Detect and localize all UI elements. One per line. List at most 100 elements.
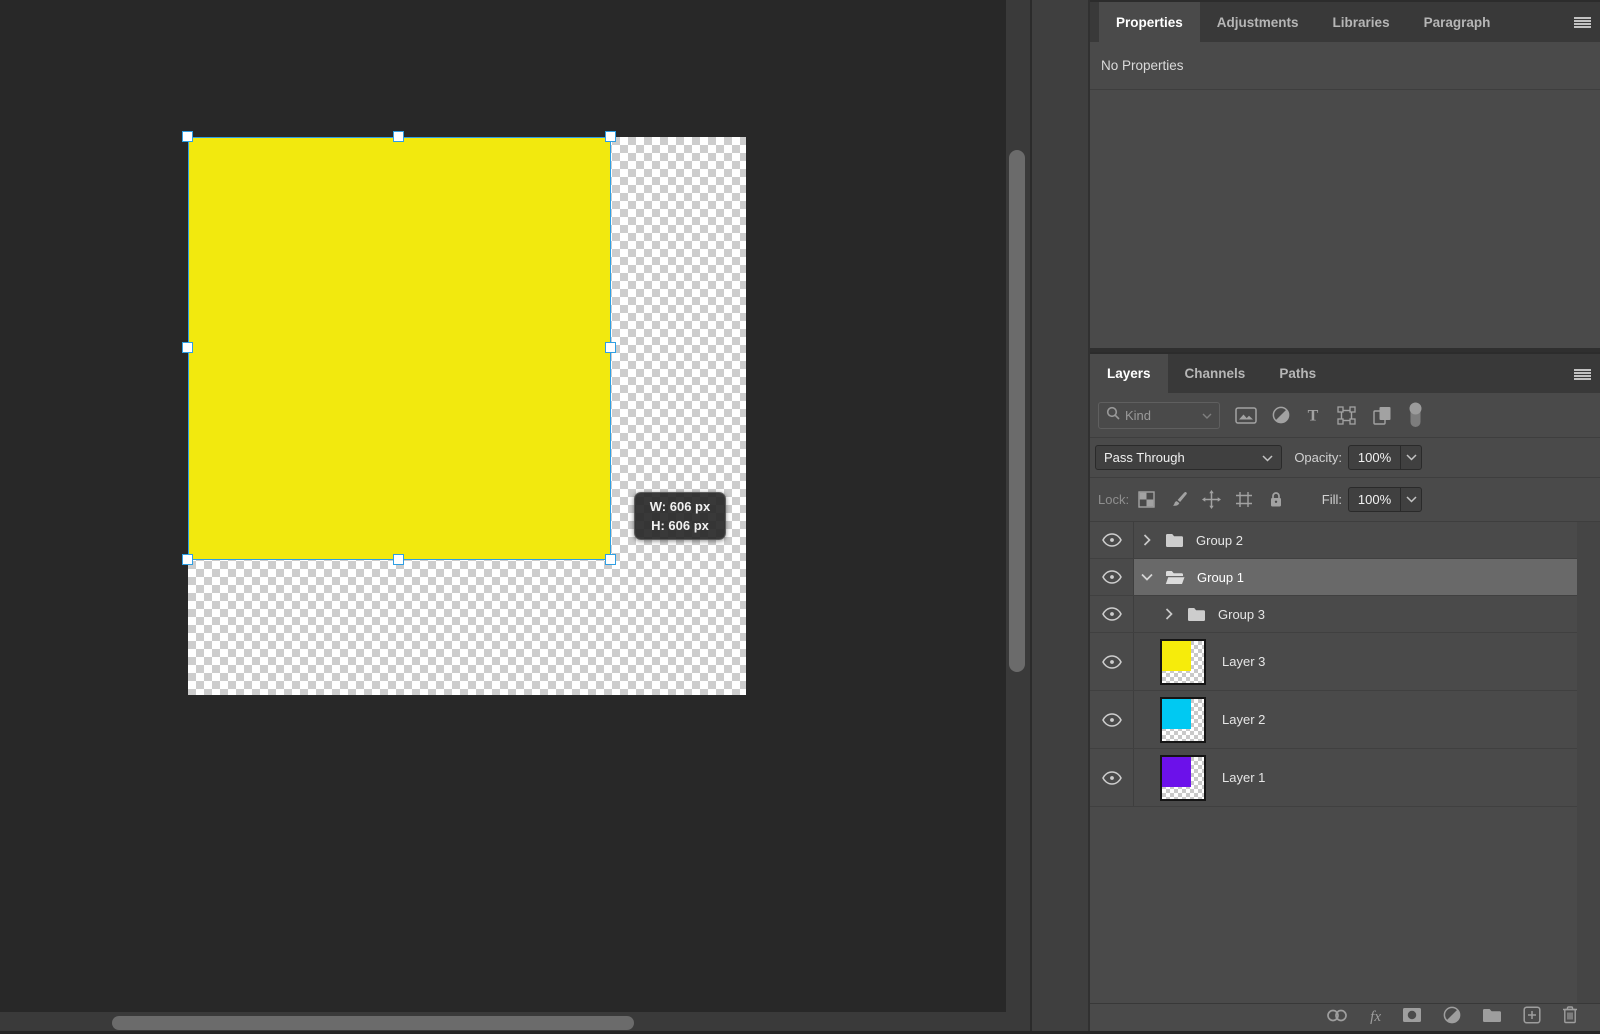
new-group-icon[interactable] bbox=[1482, 1008, 1502, 1028]
fill-input[interactable]: 100% bbox=[1348, 487, 1422, 512]
shape-layer-filter-icon[interactable] bbox=[1337, 405, 1356, 425]
layer-row-layer-1[interactable]: Layer 1 bbox=[1090, 749, 1600, 807]
layer-style-fx-icon[interactable]: fx bbox=[1370, 1009, 1381, 1026]
layer-name: Group 2 bbox=[1196, 532, 1243, 548]
properties-panel-tabbar: Properties Adjustments Libraries Paragra… bbox=[1090, 0, 1600, 42]
opacity-label: Opacity: bbox=[1294, 450, 1342, 465]
transform-handle-top-left[interactable] bbox=[182, 131, 193, 142]
transform-handle-top-right[interactable] bbox=[605, 131, 616, 142]
visibility-toggle[interactable] bbox=[1090, 691, 1134, 748]
blend-mode-select[interactable]: Pass Through bbox=[1095, 445, 1282, 470]
layers-panel-footer: fx bbox=[1090, 1003, 1600, 1031]
eye-icon bbox=[1101, 607, 1122, 621]
visibility-toggle[interactable] bbox=[1090, 633, 1134, 690]
layer-row-layer-2[interactable]: Layer 2 bbox=[1090, 691, 1600, 749]
chevron-right-icon[interactable] bbox=[1163, 608, 1175, 620]
transform-handle-middle-right[interactable] bbox=[605, 342, 616, 353]
panel-dock: Properties Adjustments Libraries Paragra… bbox=[1090, 0, 1600, 1034]
chevron-down-icon bbox=[1202, 406, 1212, 424]
visibility-toggle[interactable] bbox=[1090, 522, 1134, 558]
layer-row-group-1[interactable]: Group 1 bbox=[1090, 559, 1600, 596]
chevron-right-icon[interactable] bbox=[1141, 534, 1153, 546]
layer-name: Layer 2 bbox=[1222, 712, 1266, 727]
layer-thumbnail[interactable] bbox=[1160, 754, 1206, 801]
layer-row-group-2[interactable]: Group 2 bbox=[1090, 522, 1600, 559]
photoshop-window: W: 606 px H: 606 px Properties Adjustmen… bbox=[0, 0, 1600, 1034]
tab-channels[interactable]: Channels bbox=[1168, 354, 1263, 393]
layer-thumbnail[interactable] bbox=[1160, 696, 1206, 743]
pixel-layer-filter-icon[interactable] bbox=[1235, 406, 1257, 424]
no-properties-message: No Properties bbox=[1090, 42, 1600, 90]
layer-filter-row: Kind T bbox=[1090, 393, 1600, 438]
tab-properties[interactable]: Properties bbox=[1099, 2, 1200, 42]
opacity-input[interactable]: 100% bbox=[1348, 445, 1422, 470]
visibility-toggle[interactable] bbox=[1090, 559, 1134, 595]
chevron-down-icon[interactable] bbox=[1141, 573, 1153, 581]
panel-dock-gutter bbox=[1030, 0, 1090, 1034]
blend-mode-row: Pass Through Opacity: 100% bbox=[1090, 438, 1600, 478]
tab-layers[interactable]: Layers bbox=[1090, 354, 1168, 393]
smart-object-filter-icon[interactable] bbox=[1373, 406, 1391, 425]
document-canvas[interactable]: W: 606 px H: 606 px bbox=[182, 131, 746, 695]
folder-open-icon bbox=[1165, 570, 1185, 585]
lock-position-icon[interactable] bbox=[1202, 490, 1222, 509]
layer-list-scrollbar-gutter[interactable] bbox=[1577, 522, 1600, 1003]
layer-name: Layer 3 bbox=[1222, 654, 1266, 669]
layer-filtering-toggle[interactable] bbox=[1408, 402, 1423, 428]
layer-name: Group 3 bbox=[1218, 606, 1265, 622]
eye-icon bbox=[1101, 570, 1122, 584]
lock-image-pixels-icon[interactable] bbox=[1171, 491, 1188, 508]
eye-icon bbox=[1101, 712, 1122, 727]
properties-panel-body bbox=[1090, 90, 1600, 348]
transform-selection-box[interactable] bbox=[188, 137, 611, 560]
opacity-dropdown-chevron-icon[interactable] bbox=[1400, 446, 1421, 469]
chevron-down-icon bbox=[1262, 449, 1273, 467]
lock-all-icon[interactable] bbox=[1269, 491, 1283, 508]
filter-kind-combo[interactable]: Kind bbox=[1098, 401, 1220, 429]
new-layer-icon[interactable] bbox=[1523, 1006, 1541, 1029]
type-layer-filter-icon[interactable]: T bbox=[1305, 407, 1321, 424]
visibility-toggle[interactable] bbox=[1090, 596, 1134, 632]
folder-closed-icon bbox=[1165, 533, 1184, 548]
layers-panel-tabbar: Layers Channels Paths bbox=[1090, 352, 1600, 393]
size-tooltip: W: 606 px H: 606 px bbox=[634, 492, 726, 540]
layer-thumbnail[interactable] bbox=[1160, 638, 1206, 685]
link-layers-icon[interactable] bbox=[1325, 1009, 1349, 1027]
eye-icon bbox=[1101, 770, 1122, 785]
vertical-scrollbar-track[interactable] bbox=[1006, 0, 1030, 1034]
size-tooltip-width: W: 606 px bbox=[649, 499, 711, 514]
properties-panel-menu-icon[interactable] bbox=[1574, 17, 1591, 28]
layer-row-group-3[interactable]: Group 3 bbox=[1090, 596, 1600, 633]
fill-value: 100% bbox=[1357, 492, 1392, 507]
delete-layer-icon[interactable] bbox=[1562, 1006, 1578, 1029]
tab-adjustments[interactable]: Adjustments bbox=[1200, 2, 1316, 42]
eye-icon bbox=[1101, 533, 1122, 547]
new-adjustment-layer-icon[interactable] bbox=[1443, 1006, 1461, 1029]
layer-name: Layer 1 bbox=[1222, 770, 1266, 785]
add-layer-mask-icon[interactable] bbox=[1402, 1007, 1422, 1028]
layers-panel-menu-icon[interactable] bbox=[1574, 369, 1591, 380]
transform-handle-top-middle[interactable] bbox=[393, 131, 404, 142]
tab-libraries[interactable]: Libraries bbox=[1316, 2, 1407, 42]
layer-name: Group 1 bbox=[1197, 569, 1244, 585]
lock-artboard-nesting-icon[interactable] bbox=[1235, 491, 1253, 508]
lock-row: Lock: Fill: 100% bbox=[1090, 478, 1600, 522]
eye-icon bbox=[1101, 654, 1122, 669]
fill-dropdown-chevron-icon[interactable] bbox=[1400, 488, 1421, 511]
transform-handle-bottom-middle[interactable] bbox=[393, 554, 404, 565]
blend-mode-value: Pass Through bbox=[1104, 450, 1185, 465]
vertical-scrollbar-thumb[interactable] bbox=[1009, 150, 1025, 672]
transform-handle-bottom-right[interactable] bbox=[605, 554, 616, 565]
transform-handle-bottom-left[interactable] bbox=[182, 554, 193, 565]
fill-label: Fill: bbox=[1321, 492, 1342, 507]
visibility-toggle[interactable] bbox=[1090, 749, 1134, 806]
layer-row-layer-3[interactable]: Layer 3 bbox=[1090, 633, 1600, 691]
tab-paths[interactable]: Paths bbox=[1262, 354, 1333, 393]
tab-paragraph[interactable]: Paragraph bbox=[1407, 2, 1508, 42]
canvas-area[interactable]: W: 606 px H: 606 px bbox=[0, 0, 1030, 1034]
adjustment-layer-filter-icon[interactable] bbox=[1272, 406, 1290, 424]
horizontal-scrollbar-thumb[interactable] bbox=[112, 1016, 634, 1030]
transform-handle-middle-left[interactable] bbox=[182, 342, 193, 353]
lock-transparent-pixels-icon[interactable] bbox=[1138, 491, 1155, 508]
search-icon bbox=[1106, 406, 1120, 425]
